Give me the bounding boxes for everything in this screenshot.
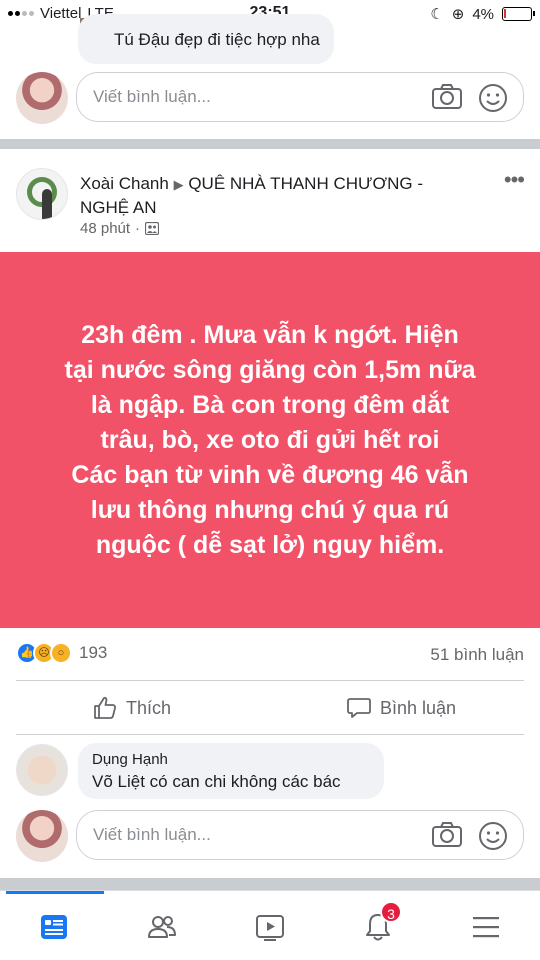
author-name[interactable]: Xoài Chanh bbox=[80, 174, 169, 193]
meta-separator: · bbox=[135, 220, 141, 237]
nav-menu[interactable] bbox=[466, 911, 506, 945]
post-text: 23h đêm . Mưa vẫn k ngớt. Hiện tại nước s… bbox=[30, 318, 510, 563]
comment-text: Võ Liệt có can chi không các bác bbox=[92, 772, 341, 791]
like-label: Thích bbox=[126, 697, 172, 718]
comment-icon bbox=[347, 698, 371, 718]
right-arrow-icon: ▶ bbox=[173, 177, 184, 192]
emoji-icon[interactable] bbox=[477, 820, 509, 852]
comment-text: Tú Đậu đẹp đi tiệc hợp nha bbox=[114, 30, 320, 49]
nav-notifications[interactable]: 3 bbox=[358, 901, 402, 945]
post-text-line: nguộc ( dễ sạt lở) nguy hiểm. bbox=[95, 530, 445, 559]
news-feed-icon bbox=[41, 915, 67, 939]
avatar[interactable] bbox=[16, 72, 68, 124]
thumbs-up-icon bbox=[94, 696, 116, 719]
moon-icon: ☾ bbox=[430, 6, 444, 23]
post-title: Xoài Chanh ▶ QUÊ NHÀ THANH CHƯƠNG - NGHỆ… bbox=[80, 172, 460, 219]
comment-composer: Viết bình luận... bbox=[16, 810, 524, 862]
nav-watch[interactable] bbox=[250, 911, 290, 945]
nav-news-feed[interactable] bbox=[34, 911, 74, 945]
commenter-avatar[interactable] bbox=[16, 744, 68, 796]
emoji-icon[interactable] bbox=[477, 82, 509, 114]
post-header: Xoài Chanh ▶ QUÊ NHÀ THANH CHƯƠNG - NGHỆ… bbox=[0, 150, 540, 250]
bottom-nav: 3 bbox=[0, 890, 540, 960]
video-play-icon bbox=[256, 915, 284, 941]
avatar[interactable] bbox=[16, 810, 68, 862]
section-divider bbox=[0, 139, 540, 149]
comment-placeholder: Viết bình luận... bbox=[93, 825, 211, 844]
post-text-line: trâu, bò, xe oto đi gửi hết roi bbox=[100, 425, 440, 454]
wow-reaction-icon: ○ bbox=[50, 642, 72, 664]
post-text-line: Các bạn từ vinh về đương 46 vẫn bbox=[71, 460, 469, 489]
rotation-lock-icon: ⊕ bbox=[451, 6, 465, 23]
battery-icon bbox=[502, 7, 535, 21]
hamburger-menu-icon bbox=[473, 917, 499, 938]
person-figure bbox=[42, 189, 52, 219]
notification-badge: 3 bbox=[380, 901, 402, 923]
post-background: 23h đêm . Mưa vẫn k ngớt. Hiện tại nước s… bbox=[0, 252, 540, 628]
comment-bubble[interactable]: Dụng Hạnh Võ Liệt có can chi không các b… bbox=[78, 743, 384, 799]
post-text-line: là ngập. Bà con trong đêm dắt bbox=[90, 390, 450, 419]
post-meta: 48 phút · bbox=[80, 220, 160, 237]
battery-percent: 4% bbox=[472, 5, 494, 23]
comment-label: Bình luận bbox=[380, 697, 457, 718]
comment-input[interactable]: Viết bình luận... bbox=[76, 810, 524, 860]
post-text-line: tại nước sông giăng còn 1,5m nữa bbox=[64, 355, 476, 384]
post-time[interactable]: 48 phút bbox=[80, 220, 130, 237]
comment-placeholder: Viết bình luận... bbox=[93, 87, 211, 106]
previous-comment: Tú Đậu đẹp đi tiệc hợp nha bbox=[78, 14, 334, 64]
post-text-line: 23h đêm . Mưa vẫn k ngớt. Hiện bbox=[81, 320, 459, 349]
comment-button[interactable]: Bình luận bbox=[346, 690, 456, 726]
comment-bubble: Tú Đậu đẹp đi tiệc hợp nha bbox=[78, 14, 334, 64]
more-options-icon[interactable]: ••• bbox=[504, 169, 525, 191]
comment-count[interactable]: 51 bình luận bbox=[430, 645, 524, 665]
comment-composer: Viết bình luận... bbox=[16, 72, 524, 124]
post-text-line: lưu thông nhưng chú ý qua rú bbox=[90, 495, 450, 524]
section-divider bbox=[0, 878, 540, 890]
divider-line bbox=[16, 734, 524, 735]
comment-input[interactable]: Viết bình luận... bbox=[76, 72, 524, 122]
commenter-name[interactable]: Dụng Hạnh bbox=[92, 751, 370, 768]
camera-icon[interactable] bbox=[431, 822, 463, 848]
author-avatar[interactable] bbox=[16, 168, 68, 220]
status-icons: ☾ ⊕ 4% bbox=[430, 5, 535, 23]
reaction-count: 193 bbox=[79, 643, 108, 662]
camera-icon[interactable] bbox=[431, 84, 463, 110]
reaction-summary[interactable]: 👍 ☹ ○ 193 bbox=[16, 642, 107, 664]
nav-friends[interactable] bbox=[142, 911, 182, 945]
like-button[interactable]: Thích bbox=[92, 690, 171, 726]
active-tab-indicator bbox=[6, 891, 104, 894]
group-icon bbox=[145, 222, 160, 235]
friends-icon bbox=[148, 916, 176, 938]
divider-line bbox=[16, 680, 524, 681]
